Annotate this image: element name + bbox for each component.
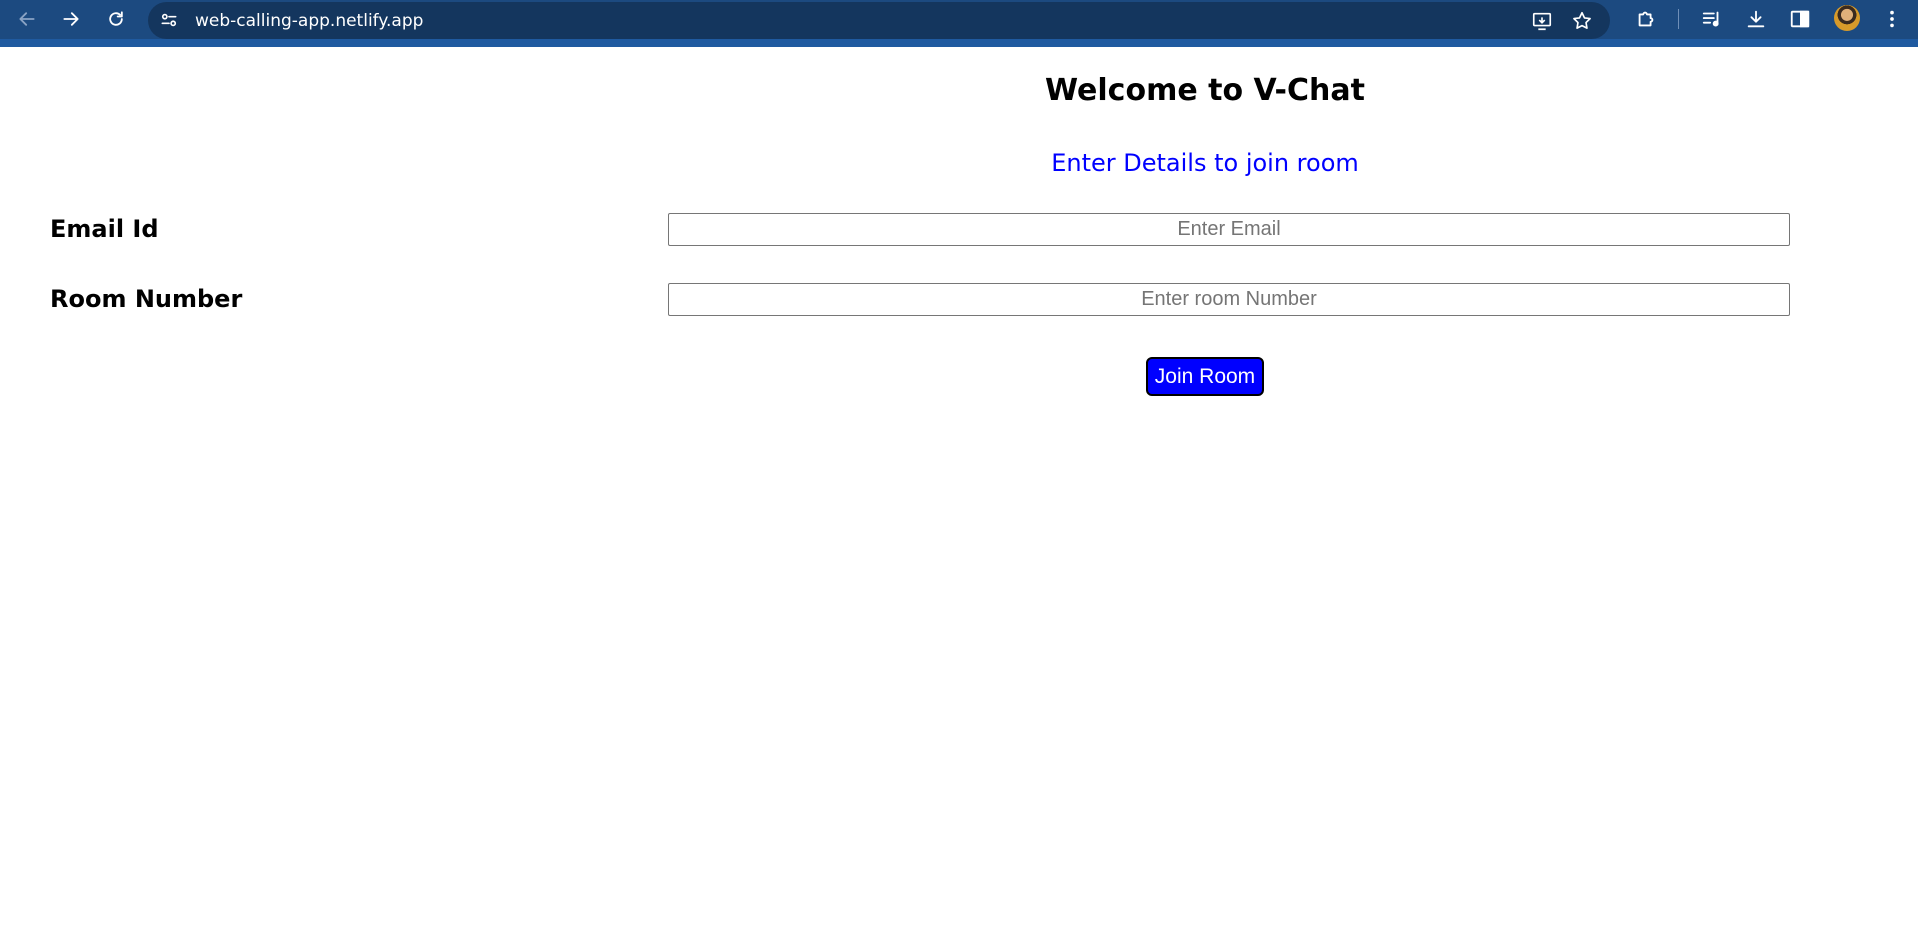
- media-queue-icon: [1702, 11, 1719, 27]
- arrow-right-icon: [63, 12, 79, 26]
- browser-toolbar: web-calling-app.netlify.app: [0, 0, 1918, 47]
- page-title: Welcome to V-Chat: [1045, 73, 1365, 108]
- install-app-button[interactable]: [1530, 9, 1554, 33]
- extensions-button[interactable]: [1632, 5, 1660, 33]
- side-panel-button[interactable]: [1786, 5, 1814, 33]
- email-label: Email Id: [50, 215, 159, 243]
- room-number-label: Room Number: [50, 285, 243, 313]
- arrow-left-icon: [19, 12, 35, 26]
- kebab-menu-icon: [1890, 10, 1894, 28]
- room-number-field[interactable]: [668, 283, 1790, 316]
- media-controls-button[interactable]: [1698, 5, 1726, 33]
- address-bar[interactable]: web-calling-app.netlify.app: [148, 2, 1610, 39]
- profile-avatar[interactable]: [1834, 5, 1860, 31]
- reload-icon: [109, 11, 123, 26]
- bookmark-button[interactable]: [1570, 9, 1594, 33]
- downloads-button[interactable]: [1742, 5, 1770, 33]
- puzzle-icon: [1638, 11, 1654, 27]
- url-text[interactable]: web-calling-app.netlify.app: [195, 11, 423, 31]
- page-subtitle: Enter Details to join room: [1051, 149, 1359, 177]
- toolbar-divider: [1678, 9, 1679, 29]
- email-field[interactable]: [668, 213, 1790, 246]
- back-button[interactable]: [12, 4, 42, 34]
- join-room-button[interactable]: Join Room: [1146, 357, 1264, 396]
- toolbar-bottom-strip: [0, 39, 1918, 47]
- install-app-icon: [1532, 12, 1552, 31]
- page-content: Welcome to V-Chat Enter Details to join …: [0, 47, 1918, 947]
- reload-button[interactable]: [101, 4, 131, 34]
- side-panel-icon: [1790, 10, 1810, 28]
- tune-icon: [161, 13, 177, 27]
- browser-menu-button[interactable]: [1878, 5, 1906, 33]
- star-icon: [1573, 11, 1591, 29]
- download-icon: [1747, 10, 1765, 28]
- forward-button[interactable]: [56, 4, 86, 34]
- site-info-button[interactable]: [158, 9, 180, 31]
